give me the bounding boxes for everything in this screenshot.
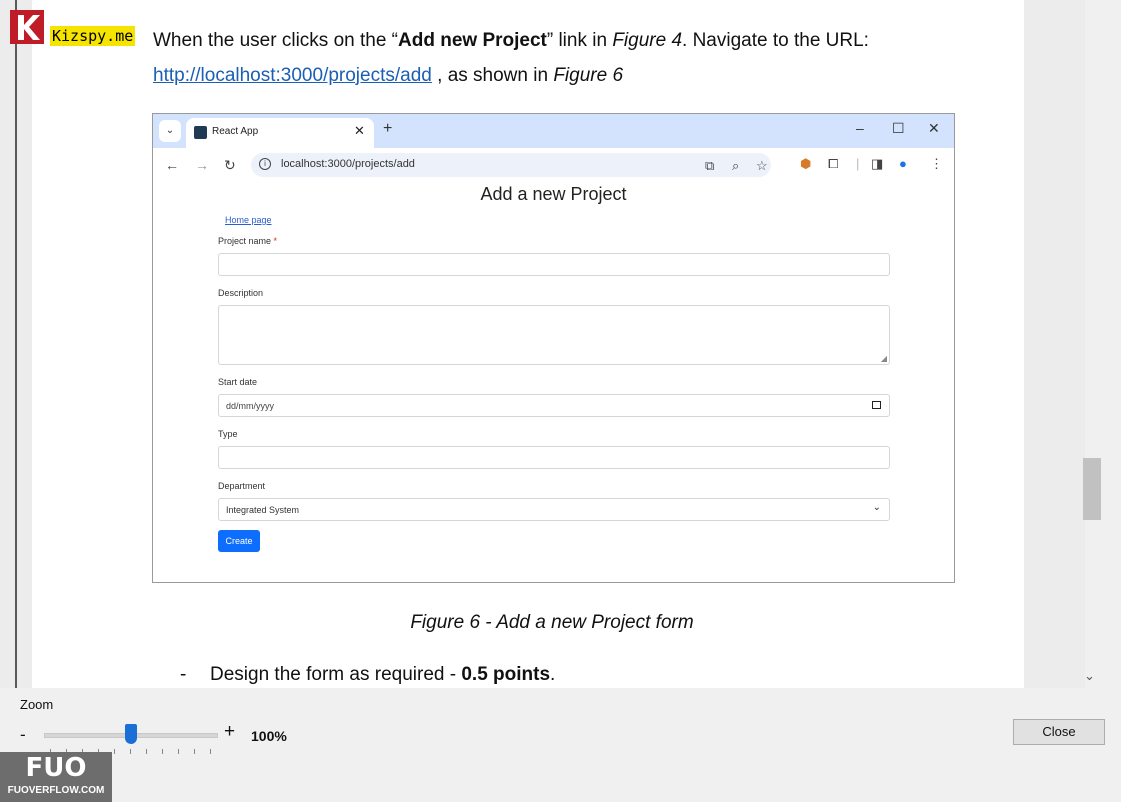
bullet-text: Design the form as required - 0.5 points…	[210, 664, 556, 685]
type-input[interactable]	[218, 446, 890, 469]
tab-search-chevron-icon[interactable]: ⌄	[159, 120, 181, 142]
maximize-icon[interactable]: ☐	[892, 120, 905, 137]
start-date-label: Start date	[218, 377, 258, 387]
browser-menu-icon[interactable]: ⋮	[930, 156, 943, 172]
zoom-in-button[interactable]: +	[224, 721, 235, 743]
forward-arrow-icon[interactable]: →	[195, 157, 209, 173]
description-label: Description	[218, 288, 264, 298]
zoom-out-button[interactable]: -	[20, 725, 26, 745]
project-name-input[interactable]	[218, 253, 890, 276]
zoom-slider-thumb[interactable]	[125, 724, 137, 744]
left-margin-rule	[15, 0, 17, 688]
site-info-icon[interactable]: i	[259, 158, 271, 170]
resize-grip-icon[interactable]: ◢	[881, 354, 887, 363]
browser-toolbar: ← → ↻ i localhost:3000/projects/add ⧉ ⌕ …	[153, 148, 954, 182]
extensions-puzzle-icon[interactable]: ⧠	[828, 156, 838, 172]
badge-text: FUOVERFLOW.COM	[7, 785, 105, 796]
react-favicon-icon	[194, 126, 207, 139]
reload-icon[interactable]: ↻	[224, 157, 236, 174]
kizspy-logo-icon	[10, 10, 44, 44]
department-selected-value: Integrated System	[226, 505, 300, 515]
document-viewer: Kizspy.me When the user clicks on the “A…	[0, 0, 1121, 688]
department-label: Department	[218, 481, 266, 491]
new-tab-plus-icon[interactable]: +	[383, 120, 392, 138]
page-title: Add a new Project	[480, 184, 627, 204]
watermark-badge: FUO FUOVERFLOW.COM	[0, 752, 112, 802]
minimize-icon[interactable]: –	[856, 120, 864, 136]
app-page: Add a new Project Home page Project name…	[153, 182, 954, 582]
instruction-line-2: http://localhost:3000/projects/add , as …	[153, 65, 624, 86]
zoom-magnifier-icon[interactable]: ⌕	[732, 158, 739, 174]
bullet-dash: -	[180, 664, 187, 685]
department-select[interactable]: Integrated System ⌄	[218, 498, 890, 521]
address-bar[interactable]: i localhost:3000/projects/add ⧉ ⌕ ☆	[251, 153, 771, 177]
home-page-link[interactable]: Home page	[225, 215, 272, 225]
profile-avatar-icon[interactable]: ●	[899, 156, 907, 171]
figure-browser-screenshot: ⌄ React App ✕ + – ☐ ✕ ← → ↻ i localhost:…	[152, 113, 955, 583]
url-link[interactable]: http://localhost:3000/projects/add	[153, 65, 432, 86]
zoom-value: 100%	[251, 728, 287, 744]
bookmark-star-icon[interactable]: ☆	[756, 158, 768, 174]
address-bar-url: localhost:3000/projects/add	[281, 158, 415, 170]
toolbar-divider: |	[856, 156, 860, 171]
start-date-placeholder: dd/mm/yyyy	[226, 401, 275, 411]
close-button[interactable]: Close	[1013, 719, 1105, 745]
window-close-icon[interactable]: ✕	[928, 120, 940, 137]
browser-tab[interactable]: React App ✕	[186, 118, 374, 148]
viewer-controls: Zoom - + 100% Close	[0, 688, 1121, 802]
browser-tab-bar: ⌄ React App ✕ + – ☐ ✕	[153, 114, 954, 148]
calendar-icon[interactable]	[872, 401, 881, 409]
create-button[interactable]: Create	[218, 530, 260, 552]
description-textarea[interactable]: ◢	[218, 305, 890, 365]
type-label: Type	[218, 429, 238, 439]
fuo-logo-icon: FUO	[25, 753, 87, 783]
required-asterisk: *	[273, 236, 278, 246]
back-arrow-icon[interactable]: ←	[165, 157, 179, 173]
install-app-icon[interactable]: ⧉	[705, 158, 714, 174]
tab-title: React App	[212, 126, 259, 137]
chevron-down-icon: ⌄	[872, 502, 881, 513]
vertical-scrollbar[interactable]	[1085, 0, 1121, 688]
kizspy-logo-text: Kizspy.me	[50, 26, 136, 46]
tab-close-icon[interactable]: ✕	[354, 123, 365, 139]
side-panel-icon[interactable]: ◨	[871, 156, 883, 172]
start-date-input[interactable]: dd/mm/yyyy	[218, 394, 890, 417]
project-name-label: Project name *	[218, 236, 278, 246]
vertical-scrollbar-thumb[interactable]	[1083, 458, 1101, 520]
extension-shield-icon[interactable]: ⬢	[800, 156, 811, 172]
scroll-down-arrow-icon[interactable]: ⌄	[1084, 668, 1095, 684]
figure-caption: Figure 6 - Add a new Project form	[410, 612, 694, 633]
zoom-label: Zoom	[20, 697, 54, 712]
instruction-line-1: When the user clicks on the “Add new Pro…	[153, 30, 869, 51]
